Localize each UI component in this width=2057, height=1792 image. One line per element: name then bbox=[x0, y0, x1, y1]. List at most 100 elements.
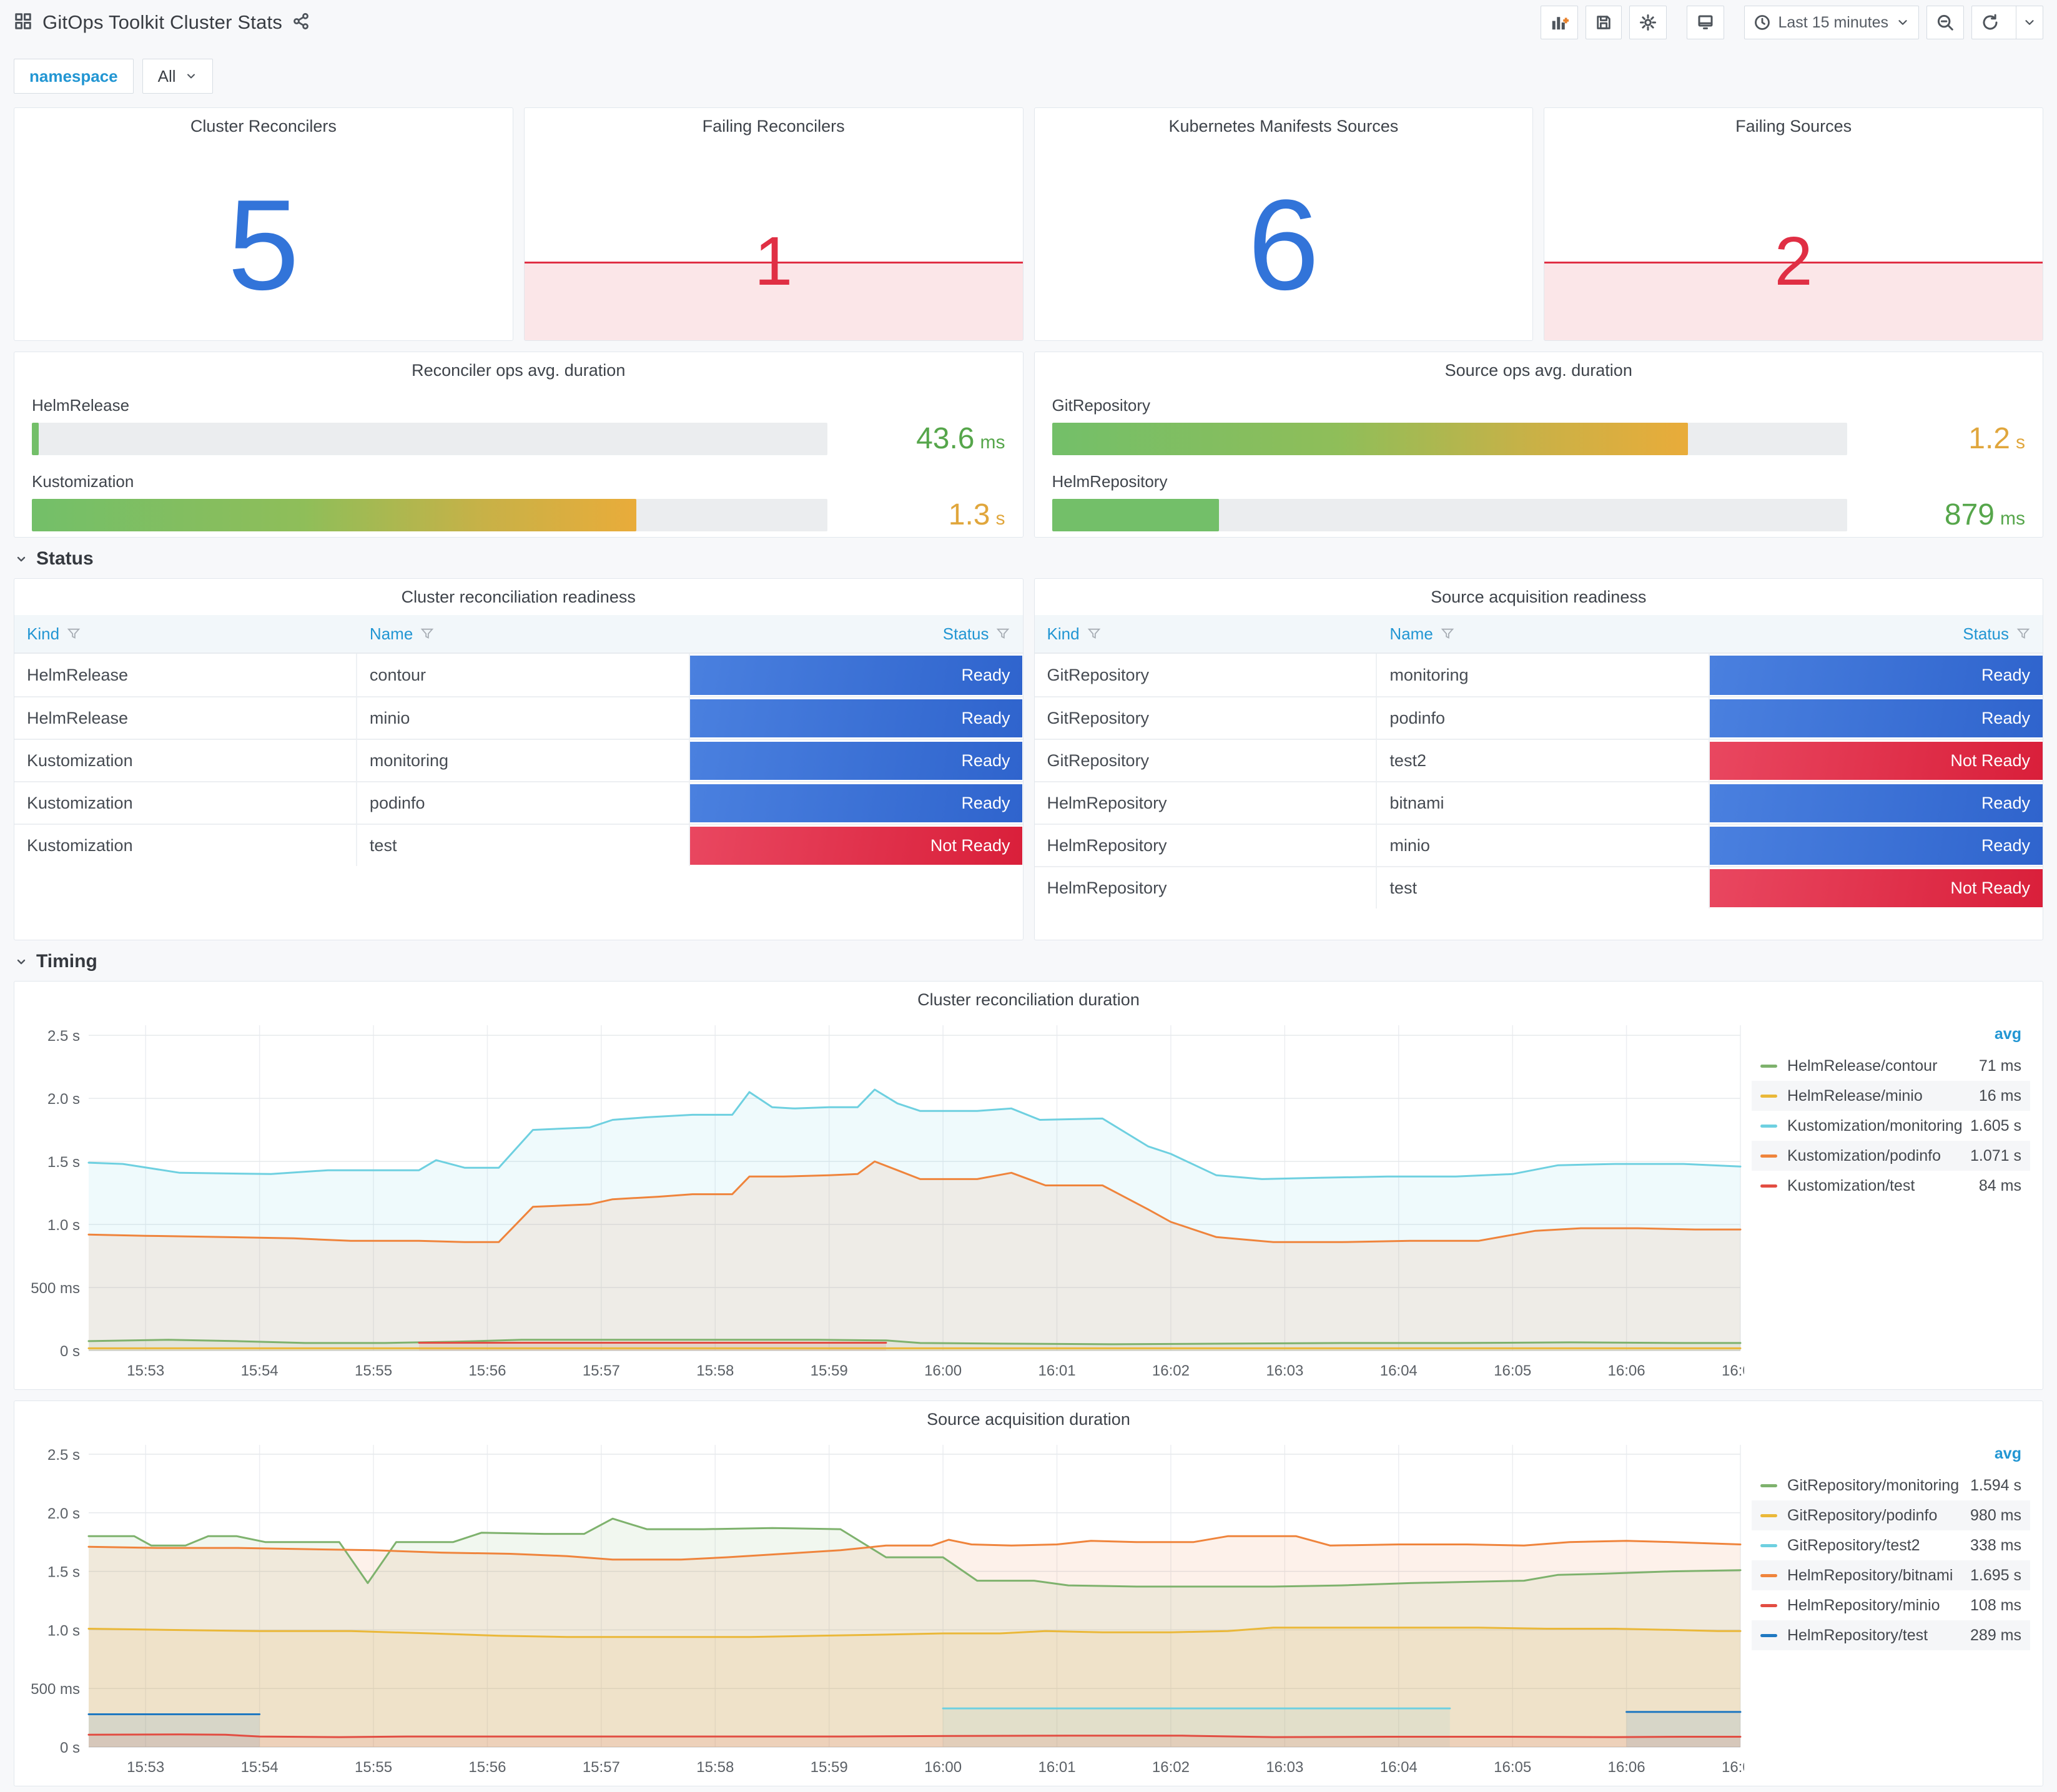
save-dashboard-button[interactable] bbox=[1585, 6, 1622, 39]
gauge-row: GitRepository 1.2 s bbox=[1052, 396, 2025, 456]
svg-text:15:54: 15:54 bbox=[241, 1759, 279, 1776]
time-series-plot[interactable]: 15:53 15:54 15:55 15:56 15:57 15:58 15:59 16:00… bbox=[23, 1017, 1759, 1383]
variable-value-dropdown[interactable]: All bbox=[142, 59, 213, 94]
cell-status: Ready bbox=[1710, 782, 2043, 824]
legend-item[interactable]: Kustomization/podinfo 1.071 s bbox=[1752, 1141, 2030, 1171]
series-name[interactable]: HelmRepository/test bbox=[1787, 1627, 1928, 1645]
chevron-down-icon bbox=[2025, 20, 2034, 25]
refresh-interval-dropdown[interactable] bbox=[2016, 6, 2043, 39]
series-color-marker bbox=[1760, 1094, 1777, 1098]
series-color-marker bbox=[1760, 1064, 1777, 1068]
legend-item[interactable]: GitRepository/podinfo 980 ms bbox=[1752, 1500, 2030, 1530]
refresh-button-group[interactable] bbox=[1971, 6, 2043, 39]
tv-mode-button[interactable] bbox=[1686, 6, 1724, 39]
svg-text:16:01: 16:01 bbox=[1038, 1362, 1075, 1379]
refresh-button[interactable] bbox=[1972, 6, 2008, 39]
panel-title[interactable]: Source acquisition duration bbox=[14, 1401, 2043, 1437]
gauge-fill bbox=[1052, 498, 1219, 531]
column-header-status[interactable]: Status bbox=[1710, 615, 2043, 652]
column-header-kind[interactable]: Kind bbox=[14, 615, 357, 652]
stat-panel-failing-sources: Failing Sources 2 bbox=[1544, 107, 2043, 341]
series-name[interactable]: HelmRelease/contour bbox=[1787, 1057, 1937, 1075]
svg-text:16:07: 16:07 bbox=[1722, 1362, 1744, 1379]
gauge-value: 1.2 s bbox=[1968, 422, 2025, 455]
table-panel-source-readiness: Source acquisition readiness Kind Name S… bbox=[1033, 578, 2043, 940]
svg-text:16:03: 16:03 bbox=[1266, 1759, 1303, 1776]
svg-text:15:59: 15:59 bbox=[811, 1759, 848, 1776]
svg-text:15:58: 15:58 bbox=[696, 1362, 734, 1379]
legend-item[interactable]: HelmRelease/contour 71 ms bbox=[1752, 1051, 2030, 1081]
cell-status: Not Ready bbox=[1710, 740, 2043, 781]
legend-item[interactable]: GitRepository/monitoring 1.594 s bbox=[1752, 1470, 2030, 1500]
series-avg-value: 1.594 s bbox=[1970, 1476, 2021, 1494]
time-range-label: Last 15 minutes bbox=[1778, 13, 1889, 31]
legend-item[interactable]: HelmRepository/bitnami 1.695 s bbox=[1752, 1560, 2030, 1590]
svg-text:15:58: 15:58 bbox=[696, 1759, 734, 1776]
legend-item[interactable]: HelmRepository/minio 108 ms bbox=[1752, 1590, 2030, 1620]
svg-text:15:59: 15:59 bbox=[811, 1362, 848, 1379]
panel-title[interactable]: Cluster Reconcilers bbox=[14, 108, 513, 144]
gauge-track bbox=[1052, 422, 1847, 455]
svg-text:16:06: 16:06 bbox=[1608, 1759, 1645, 1776]
settings-button[interactable] bbox=[1629, 6, 1667, 39]
legend-item[interactable]: HelmRelease/minio 16 ms bbox=[1752, 1081, 2030, 1111]
series-color-marker bbox=[1760, 1124, 1777, 1128]
chevron-down-icon bbox=[17, 556, 26, 562]
gauge-fill bbox=[32, 498, 636, 531]
legend-item[interactable]: HelmRepository/test 289 ms bbox=[1752, 1620, 2030, 1650]
table-row: Kustomization podinfo Ready bbox=[14, 781, 1023, 824]
legend-item[interactable]: Kustomization/monitoring 1.605 s bbox=[1752, 1111, 2030, 1141]
cell-status: Ready bbox=[1710, 654, 2043, 696]
panel-title[interactable]: Cluster reconciliation duration bbox=[14, 982, 2043, 1018]
panel-title[interactable]: Kubernetes Manifests Sources bbox=[1035, 108, 1533, 144]
panel-title[interactable]: Source ops avg. duration bbox=[1035, 352, 2043, 388]
chart-legend: avg HelmRelease/contour 71 ms HelmRelease/m… bbox=[1752, 1023, 2030, 1201]
panel-title[interactable]: Cluster reconciliation readiness bbox=[14, 579, 1023, 615]
time-range-picker[interactable]: Last 15 minutes bbox=[1744, 6, 1919, 39]
clock-icon bbox=[1754, 14, 1771, 31]
svg-text:16:03: 16:03 bbox=[1266, 1362, 1303, 1379]
dashboard-variables: namespace All bbox=[0, 40, 2057, 107]
series-avg-value: 1.695 s bbox=[1970, 1566, 2021, 1584]
series-name[interactable]: GitRepository/podinfo bbox=[1787, 1507, 1937, 1525]
time-series-plot[interactable]: 15:53 15:54 15:55 15:56 15:57 15:58 15:59 16:00… bbox=[23, 1436, 1759, 1780]
legend-item[interactable]: Kustomization/test 84 ms bbox=[1752, 1171, 2030, 1201]
series-name[interactable]: Kustomization/test bbox=[1787, 1177, 1915, 1195]
svg-text:15:57: 15:57 bbox=[583, 1362, 620, 1379]
legend-item[interactable]: GitRepository/test2 338 ms bbox=[1752, 1530, 2030, 1560]
column-header-status[interactable]: Status bbox=[690, 615, 1023, 652]
svg-text:1.5 s: 1.5 s bbox=[47, 1564, 80, 1581]
panel-title[interactable]: Source acquisition readiness bbox=[1035, 579, 2043, 615]
panel-title[interactable]: Reconciler ops avg. duration bbox=[14, 352, 1023, 388]
gauge-row: HelmRelease 43.6 ms bbox=[32, 396, 1005, 456]
series-name[interactable]: Kustomization/podinfo bbox=[1787, 1147, 1941, 1165]
dashboard-title[interactable]: GitOps Toolkit Cluster Stats bbox=[42, 11, 282, 34]
table-header: Kind Name Status bbox=[14, 615, 1023, 654]
filter-icon bbox=[997, 628, 1010, 639]
cell-status: Ready bbox=[689, 654, 1023, 696]
row-toggle-timing[interactable]: Timing bbox=[14, 951, 2043, 972]
series-name[interactable]: HelmRelease/minio bbox=[1787, 1087, 1923, 1105]
column-header-name[interactable]: Name bbox=[1377, 615, 1710, 652]
series-name[interactable]: HelmRepository/minio bbox=[1787, 1597, 1940, 1615]
zoom-out-button[interactable] bbox=[1926, 6, 1964, 39]
dashboard-grid-icon[interactable] bbox=[14, 12, 32, 34]
column-header-kind[interactable]: Kind bbox=[1035, 615, 1378, 652]
cell-status: Ready bbox=[689, 782, 1023, 824]
series-name[interactable]: GitRepository/monitoring bbox=[1787, 1477, 1959, 1495]
row-toggle-status[interactable]: Status bbox=[14, 548, 2043, 569]
variable-label-namespace[interactable]: namespace bbox=[14, 59, 134, 94]
panel-title[interactable]: Failing Reconcilers bbox=[525, 108, 1023, 144]
panel-title[interactable]: Failing Sources bbox=[1544, 108, 2043, 144]
series-name[interactable]: Kustomization/monitoring bbox=[1787, 1117, 1963, 1135]
series-avg-value: 108 ms bbox=[1970, 1596, 2021, 1614]
svg-text:15:53: 15:53 bbox=[127, 1362, 164, 1379]
series-name[interactable]: HelmRepository/bitnami bbox=[1787, 1567, 1953, 1585]
series-name[interactable]: GitRepository/test2 bbox=[1787, 1537, 1920, 1555]
add-panel-button[interactable] bbox=[1540, 6, 1578, 39]
column-header-name[interactable]: Name bbox=[357, 615, 690, 652]
gauge-row: HelmRepository 879 ms bbox=[1052, 472, 2025, 532]
stat-panel-failing-reconcilers: Failing Reconcilers 1 bbox=[523, 107, 1024, 341]
stat-value: 2 bbox=[1774, 223, 1813, 300]
share-icon[interactable] bbox=[292, 12, 310, 33]
